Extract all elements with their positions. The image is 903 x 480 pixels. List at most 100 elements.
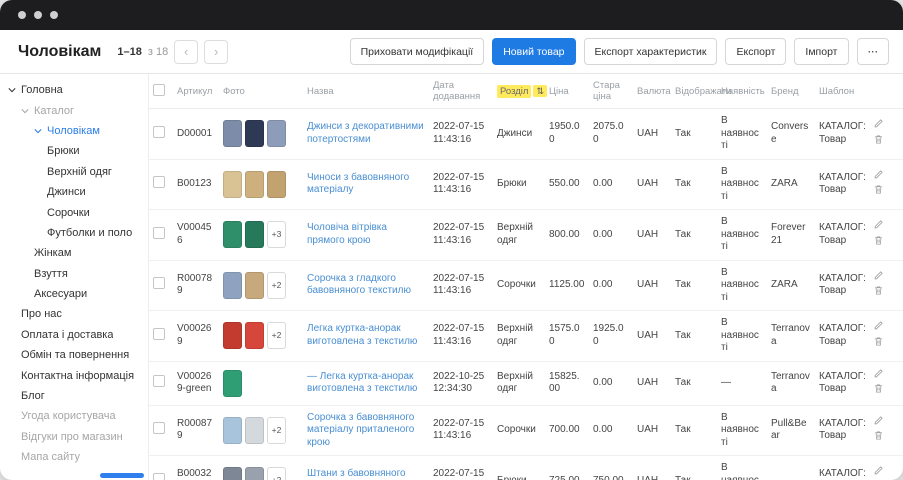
sidebar-item-zhinkam[interactable]: Жінкам [0, 243, 148, 263]
template-line1: КАТАЛОГ: [819, 323, 865, 336]
delete-button[interactable] [873, 285, 884, 301]
photo-thumbnails[interactable]: +2 [223, 417, 299, 444]
section-value: Верхній одяг [493, 311, 545, 362]
next-page-button[interactable]: › [204, 40, 228, 64]
hide-modifications-button[interactable]: Приховати модифікації [350, 38, 485, 65]
currency-value: UAH [633, 260, 671, 311]
import-button[interactable]: Імпорт [794, 38, 848, 65]
sidebar-item-cholovikam[interactable]: Чоловікам [0, 121, 148, 141]
cell-name: Легка куртка-анорак виготовлена з тексти… [303, 311, 429, 362]
col-price[interactable]: Ціна [545, 74, 589, 109]
col-stock[interactable]: Наявність [717, 74, 767, 109]
product-name-link[interactable]: Чоловіча вітрівка прямого крою [307, 222, 387, 246]
export-characteristics-button[interactable]: Експорт характеристик [584, 38, 718, 65]
sidebar-item-aksesuary[interactable]: Аксесуари [0, 284, 148, 304]
edit-button[interactable] [873, 169, 884, 185]
col-currency[interactable]: Валюта [633, 74, 671, 109]
delete-button[interactable] [873, 336, 884, 352]
cell-checkbox [149, 260, 173, 311]
photo-thumbnails[interactable]: +2 [223, 272, 299, 299]
delete-button[interactable] [873, 184, 884, 200]
product-name-link[interactable]: Чиноси з бавовняного матеріалу [307, 172, 409, 196]
photo-thumbnails[interactable]: +2 [223, 467, 299, 480]
product-name-link[interactable]: Сорочка з бавовняного матеріалу притален… [307, 412, 414, 448]
sidebar-item-golovna[interactable]: Головна [0, 80, 148, 100]
edit-button[interactable] [873, 415, 884, 431]
edit-button[interactable] [873, 270, 884, 286]
delete-button[interactable] [873, 235, 884, 251]
product-name-link[interactable]: Штани з бавовняного матеріалу прямого кр… [307, 468, 420, 480]
sidebar-item-obmin-povernennya[interactable]: Обмін та повернення [0, 345, 148, 365]
stock-value: В наявності [717, 210, 767, 261]
photo-thumbnails[interactable] [223, 120, 299, 147]
col-brand[interactable]: Бренд [767, 74, 815, 109]
photo-thumbnails[interactable] [223, 370, 299, 397]
col-checkbox [149, 74, 173, 109]
delete-button[interactable] [873, 134, 884, 150]
window-dot[interactable] [50, 11, 58, 19]
window-dot[interactable] [34, 11, 42, 19]
col-date-added[interactable]: Дата додавання [429, 74, 493, 109]
row-checkbox[interactable] [153, 227, 165, 239]
old-price-value: 750.00 [589, 456, 633, 480]
col-old-price[interactable]: Стара ціна [589, 74, 633, 109]
new-product-button[interactable]: Новий товар [492, 38, 575, 65]
cell-actions [869, 109, 903, 160]
more-photos-badge: +2 [267, 417, 286, 444]
col-template[interactable]: Шаблон [815, 74, 869, 109]
edit-button[interactable] [873, 118, 884, 134]
photo-thumbnails[interactable] [223, 171, 299, 198]
delete-button[interactable] [873, 430, 884, 446]
sidebar-item-katalog[interactable]: Каталог [0, 100, 148, 120]
window-dot[interactable] [18, 11, 26, 19]
sidebar-item-verkhniy-odyag[interactable]: Верхній одяг [0, 162, 148, 182]
col-article[interactable]: Артикул [173, 74, 219, 109]
product-name-link[interactable]: — Легка куртка-анорак виготовлена з текс… [307, 371, 417, 395]
col-section-label[interactable]: Розділ [497, 85, 531, 98]
row-checkbox[interactable] [153, 473, 165, 480]
photo-thumbnails[interactable]: +3 [223, 221, 299, 248]
row-checkbox[interactable] [153, 277, 165, 289]
prev-page-button[interactable]: ‹ [174, 40, 198, 64]
sidebar-scrollbar[interactable] [100, 473, 144, 478]
col-name[interactable]: Назва [303, 74, 429, 109]
row-checkbox[interactable] [153, 422, 165, 434]
sidebar-item-dzhynsy[interactable]: Джинси [0, 182, 148, 202]
sidebar-item-kontaktna-informatsiya[interactable]: Контактна інформація [0, 365, 148, 385]
cell-template: КАТАЛОГ:Товар [815, 159, 869, 210]
cell-photos: +2 [219, 456, 303, 480]
sidebar-item-futbolky-polo[interactable]: Футболки и поло [0, 223, 148, 243]
col-photo[interactable]: Фото [219, 74, 303, 109]
edit-button[interactable] [873, 320, 884, 336]
select-all-checkbox[interactable] [153, 84, 165, 96]
sidebar-item-pro-nas[interactable]: Про нас [0, 304, 148, 324]
more-actions-button[interactable]: ⋯ [857, 38, 890, 65]
edit-button[interactable] [873, 368, 884, 384]
col-display[interactable]: Відображати [671, 74, 717, 109]
photo-thumbnails[interactable]: +2 [223, 322, 299, 349]
product-name-link[interactable]: Легка куртка-анорак виготовлена з тексти… [307, 323, 417, 347]
sidebar-item-bryuky[interactable]: Брюки [0, 141, 148, 161]
export-button[interactable]: Експорт [725, 38, 786, 65]
col-section[interactable]: Розділ⇅ [493, 74, 545, 109]
sidebar-item-vidguky-pro-magazyn[interactable]: Відгуки про магазин [0, 427, 148, 447]
row-checkbox[interactable] [153, 126, 165, 138]
sidebar-item-ugoda-korystuvacha[interactable]: Угода користувача [0, 406, 148, 426]
sidebar-item-label: Футболки и поло [47, 227, 132, 239]
sidebar-item-vzuttia[interactable]: Взуття [0, 264, 148, 284]
product-name-link[interactable]: Джинси з декоративними потертостями [307, 121, 424, 145]
edit-button[interactable] [873, 465, 884, 480]
edit-button[interactable] [873, 219, 884, 235]
page-title: Чоловікам [18, 43, 101, 61]
sidebar-item-oplata-dostavka[interactable]: Оплата і доставка [0, 325, 148, 345]
row-checkbox[interactable] [153, 328, 165, 340]
row-checkbox[interactable] [153, 375, 165, 387]
product-name-link[interactable]: Сорочка з гладкого бавовняного текстилю [307, 273, 411, 297]
sort-icon[interactable]: ⇅ [533, 85, 547, 97]
product-photo [267, 120, 286, 147]
delete-button[interactable] [873, 383, 884, 399]
sidebar-item-sorochky[interactable]: Сорочки [0, 202, 148, 222]
sidebar-item-blog[interactable]: Блог [0, 386, 148, 406]
row-checkbox[interactable] [153, 176, 165, 188]
sidebar-item-mapa-saytu[interactable]: Мапа сайту [0, 447, 148, 467]
